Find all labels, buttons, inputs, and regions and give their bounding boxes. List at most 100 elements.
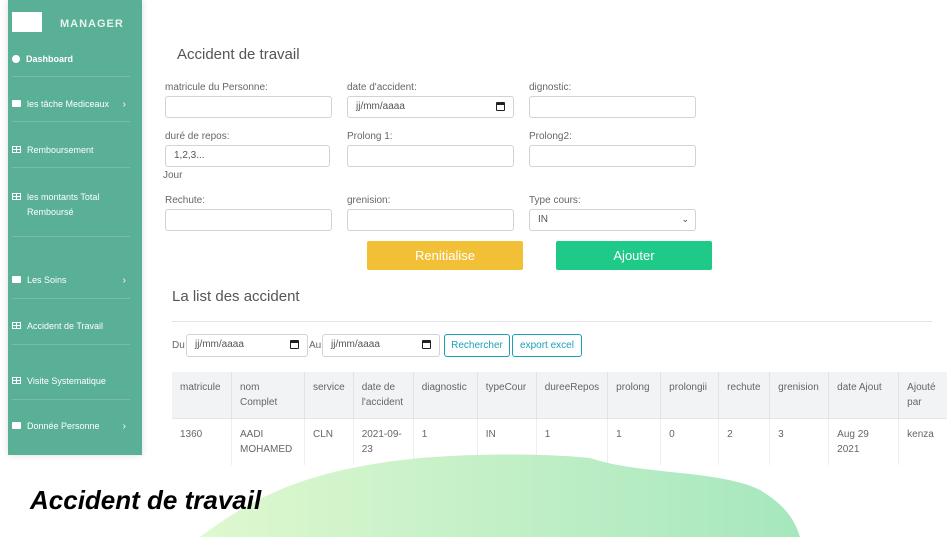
divider	[12, 121, 130, 122]
date-placeholder: jj/mm/aaaa	[195, 339, 244, 350]
divider	[12, 167, 130, 168]
list-title: La list des accident	[172, 288, 300, 305]
folder-icon	[12, 276, 21, 283]
table-cell: 1	[607, 418, 662, 465]
sidebar-item-accident-travail[interactable]: Accident de Travail	[12, 321, 138, 331]
accident-table: matricule nom Complet service date de l'…	[172, 372, 948, 465]
repos-field[interactable]: 1,2,3...	[165, 145, 330, 167]
calendar-icon[interactable]	[496, 102, 505, 111]
repos-unit: Jour	[163, 170, 183, 181]
column-header: rechute	[718, 372, 771, 419]
sidebar-item-donnee-personne[interactable]: Donnée Personne ›	[12, 421, 138, 432]
add-button[interactable]: Ajouter	[556, 241, 712, 270]
sidebar-item-dashboard[interactable]: Dashboard	[12, 54, 138, 64]
repos-placeholder: 1,2,3...	[174, 150, 205, 161]
sidebar-item-label: Remboursement	[27, 145, 94, 155]
divider	[12, 298, 130, 299]
au-label: Au	[309, 340, 322, 351]
form-title: Accident de travail	[177, 46, 300, 63]
date-accident-label: date d'accident:	[347, 82, 417, 93]
divider	[12, 236, 130, 237]
du-label: Du	[172, 340, 185, 351]
column-header: service	[304, 372, 354, 419]
divider	[12, 344, 130, 345]
table-cell: IN	[477, 418, 537, 465]
calendar-icon[interactable]	[422, 340, 431, 349]
grenision-label: grenision:	[347, 195, 391, 206]
table-cell: 0	[660, 418, 720, 465]
diagnostic-label: dignostic:	[529, 82, 572, 93]
table-cell: Aug 29 2021	[828, 418, 900, 465]
rechute-field[interactable]	[165, 209, 332, 231]
sidebar-item-les-soins[interactable]: Les Soins ›	[12, 275, 138, 286]
table-cell: kenza	[898, 418, 948, 465]
logo	[12, 12, 42, 32]
chevron-down-icon: ⌄	[681, 214, 689, 224]
table-header-row: matricule nom Complet service date de l'…	[172, 372, 948, 419]
brand-name: MANAGER	[60, 18, 124, 30]
export-excel-button[interactable]: export excel	[512, 334, 582, 357]
table-cell: 1360	[172, 418, 232, 465]
sidebar-item-remboursement[interactable]: Remboursement	[12, 145, 138, 155]
sidebar-item-visite-systematique[interactable]: Visite Systematique	[12, 376, 138, 386]
dashboard-icon	[12, 55, 20, 63]
sidebar-item-label: Visite Systematique	[27, 376, 106, 386]
caption: Accident de travail	[30, 485, 262, 515]
table-cell: CLN	[304, 418, 354, 465]
chevron-right-icon: ›	[122, 99, 126, 110]
prolong1-field[interactable]	[347, 145, 514, 167]
divider	[12, 399, 130, 400]
sidebar-item-label: Les Soins	[27, 275, 67, 285]
table-cell: 2	[718, 418, 771, 465]
column-header: dureeRepos	[536, 372, 609, 419]
sidebar-item-taches-medicaux[interactable]: les tâche Mediceaux ›	[12, 99, 138, 110]
type-cours-value: IN	[538, 214, 548, 225]
column-header: prolong	[607, 372, 662, 419]
date-accident-field[interactable]: jj/mm/aaaa	[347, 96, 514, 118]
type-cours-label: Type cours:	[529, 195, 581, 206]
grenision-field[interactable]	[347, 209, 514, 231]
sidebar-item-label: Accident de Travail	[27, 321, 104, 331]
prolong1-label: Prolong 1:	[347, 131, 393, 142]
divider	[172, 321, 932, 322]
calendar-icon[interactable]	[290, 340, 299, 349]
divider	[12, 76, 130, 77]
diagnostic-field[interactable]	[529, 96, 696, 118]
folder-icon	[12, 100, 21, 107]
column-header: date Ajout	[828, 372, 900, 419]
column-header: prolongii	[660, 372, 720, 419]
sidebar-item-label: Donnée Personne	[27, 421, 100, 431]
type-cours-select[interactable]: IN ⌄	[529, 209, 696, 231]
column-header: nom Complet	[231, 372, 305, 419]
date-to-field[interactable]: jj/mm/aaaa	[322, 334, 440, 357]
table-icon	[12, 193, 21, 200]
prolong2-field[interactable]	[529, 145, 696, 167]
folder-icon	[12, 422, 21, 429]
matricule-field[interactable]	[165, 96, 332, 118]
column-header: matricule	[172, 372, 232, 419]
matricule-label: matricule du Personne:	[165, 82, 268, 93]
sidebar-item-montants-total[interactable]: les montants Total Remboursé	[12, 190, 122, 220]
table-cell: 3	[769, 418, 830, 465]
table-cell: 1	[536, 418, 609, 465]
column-header: date de l'accident	[353, 372, 414, 419]
column-header: Ajouté par	[898, 372, 948, 419]
table-icon	[12, 377, 21, 384]
search-button[interactable]: Rechercher	[444, 334, 510, 357]
prolong2-label: Prolong2:	[529, 131, 572, 142]
table-cell: 1	[413, 418, 478, 465]
rechute-label: Rechute:	[165, 195, 206, 206]
chevron-right-icon: ›	[122, 421, 126, 432]
sidebar-item-label: les tâche Mediceaux	[27, 99, 110, 109]
column-header: grenision	[769, 372, 830, 419]
table-icon	[12, 146, 21, 153]
date-from-field[interactable]: jj/mm/aaaa	[186, 334, 308, 357]
date-placeholder: jj/mm/aaaa	[356, 101, 405, 112]
reset-button[interactable]: Renitialise	[367, 241, 523, 270]
sidebar-item-label: les montants Total Remboursé	[27, 192, 100, 217]
table-icon	[12, 322, 21, 329]
chevron-right-icon: ›	[122, 275, 126, 286]
column-header: diagnostic	[413, 372, 478, 419]
column-header: typeCour	[477, 372, 537, 419]
table-row[interactable]: 1360 AADI MOHAMED CLN 2021-09-23 1 IN 1 …	[172, 418, 948, 465]
